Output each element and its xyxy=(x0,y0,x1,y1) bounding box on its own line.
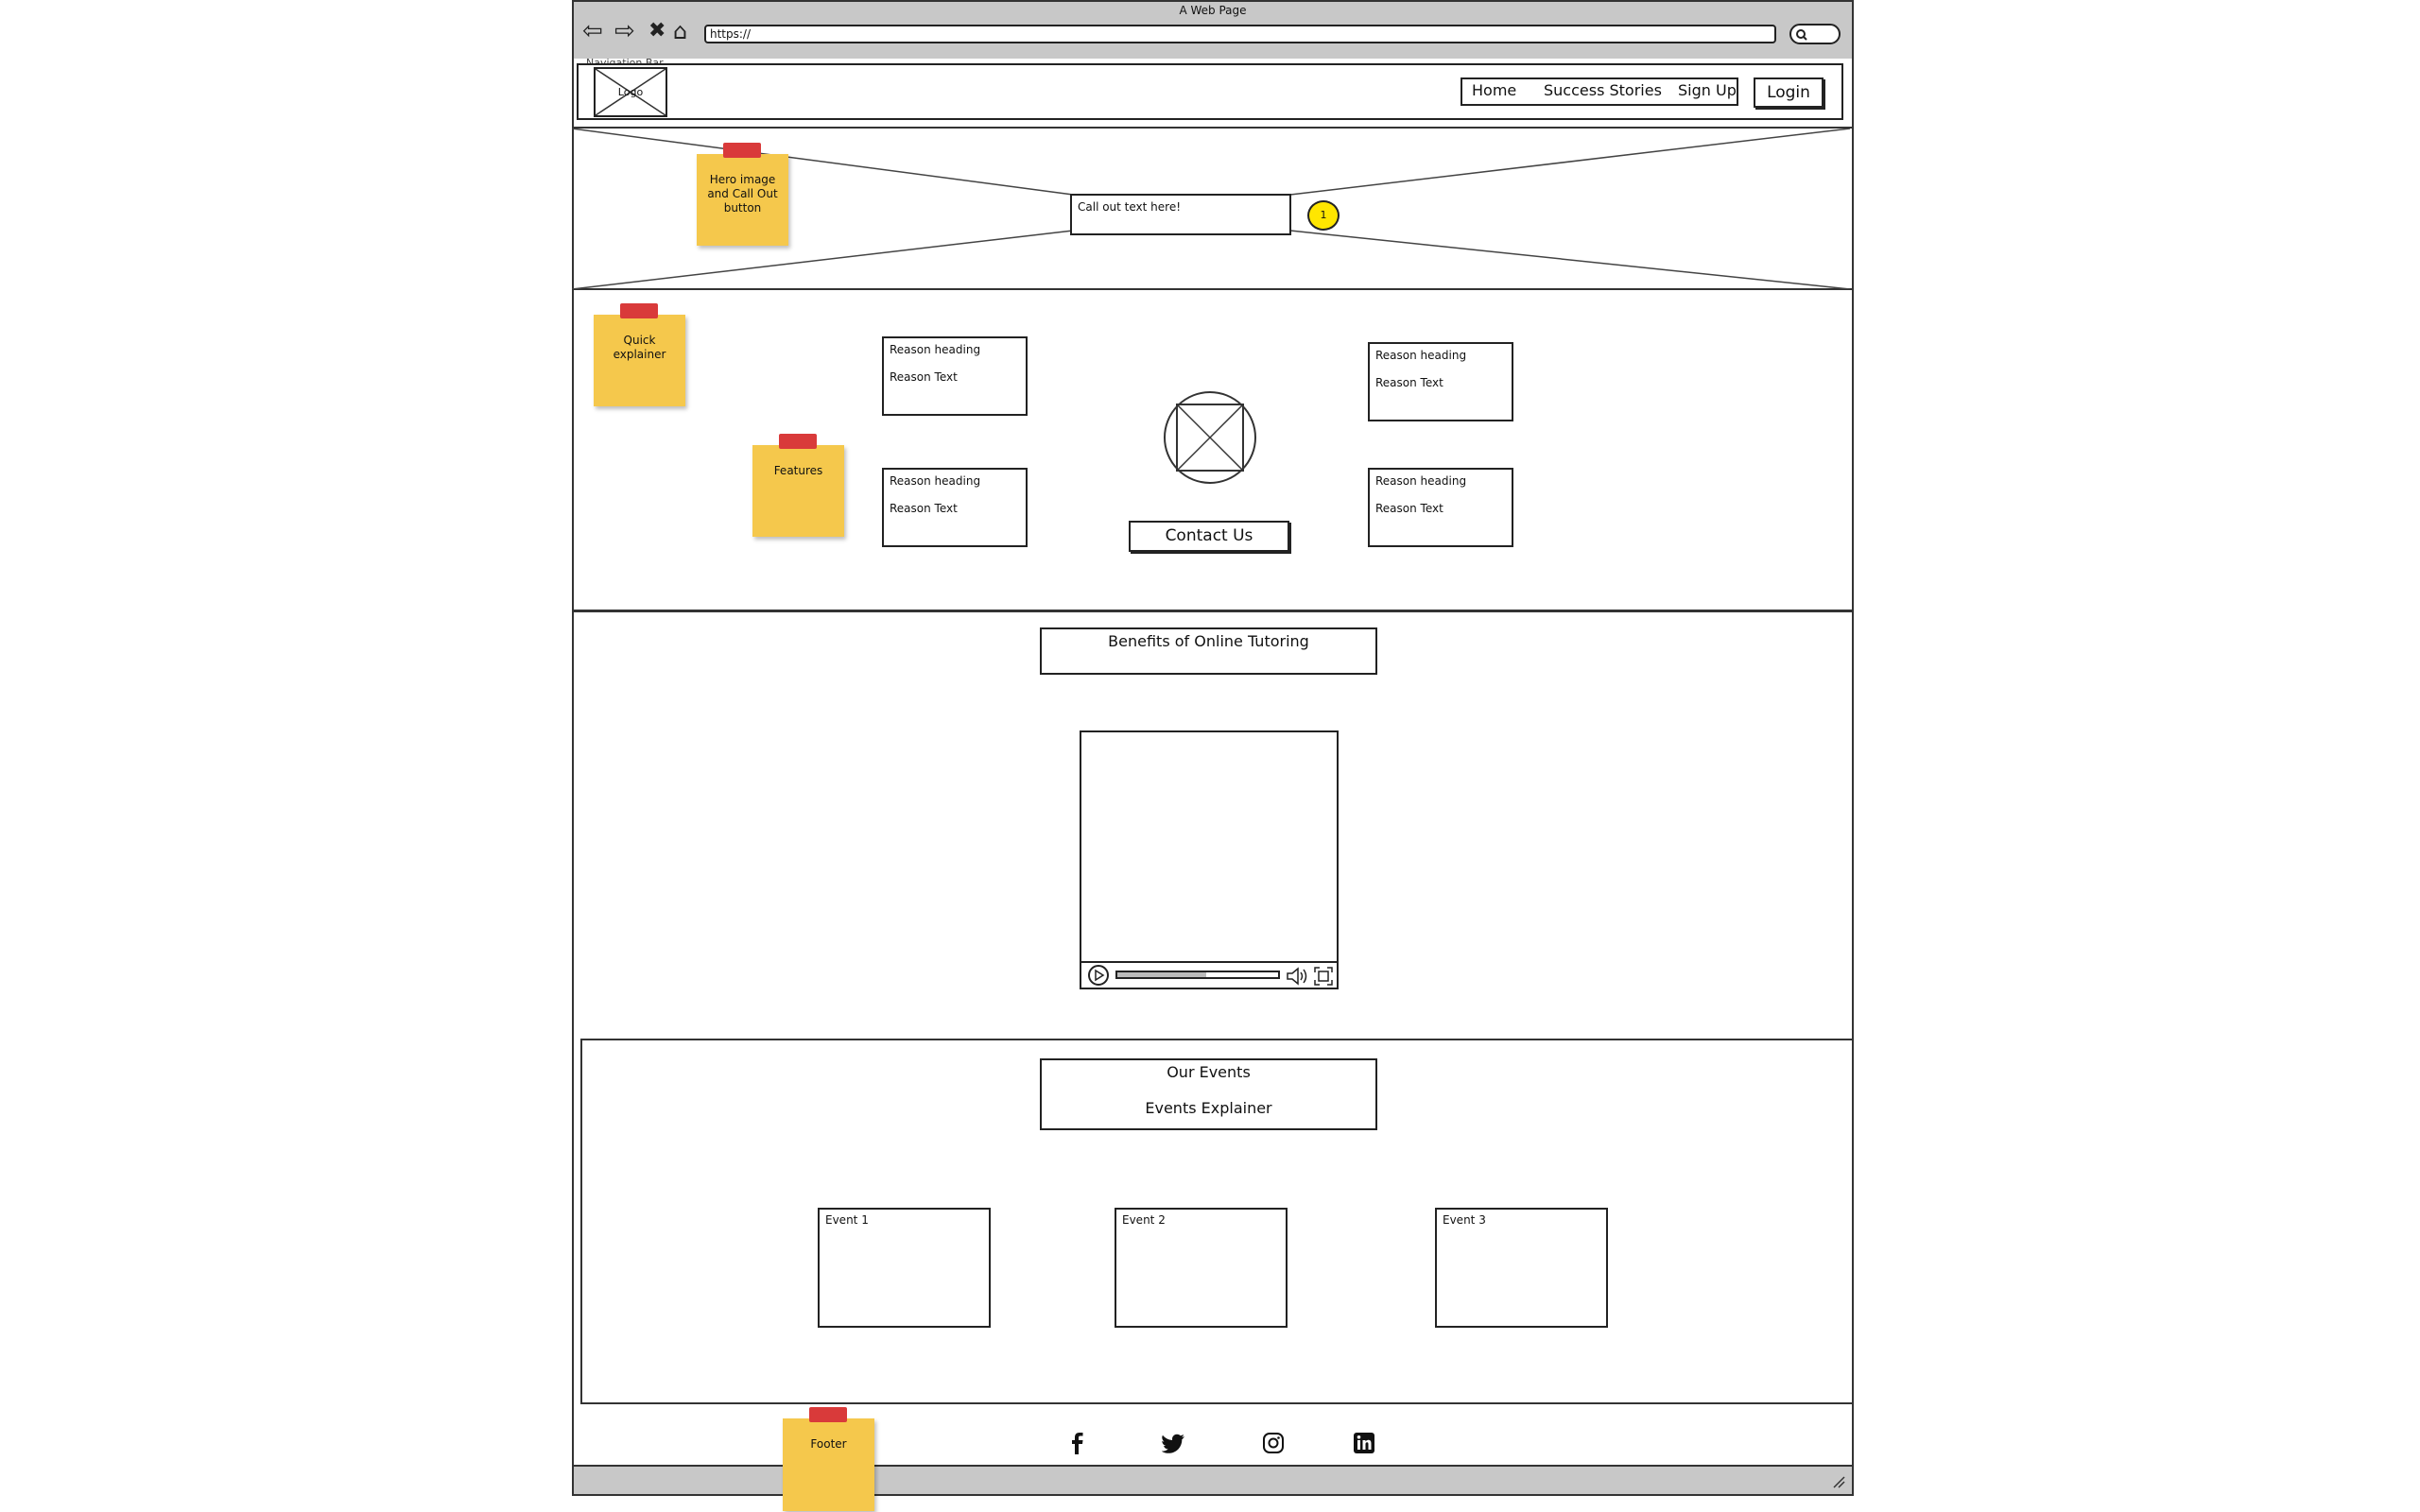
nav-home[interactable]: Home xyxy=(1472,81,1516,99)
feature-image-icon xyxy=(1163,389,1257,486)
benefits-title: Benefits of Online Tutoring xyxy=(1040,627,1377,675)
nav-sign-up[interactable]: Sign Up xyxy=(1678,81,1737,99)
callout-badge: 1 xyxy=(1307,200,1340,231)
event-card-1[interactable]: Event 1 xyxy=(818,1208,991,1328)
events-title: Our Events xyxy=(1167,1063,1251,1081)
reason-heading: Reason heading xyxy=(1375,349,1467,362)
sticky-note-features: Features xyxy=(752,445,844,537)
video-progress-fill xyxy=(1117,972,1206,977)
facebook-icon[interactable] xyxy=(1066,1431,1087,1455)
search-icon xyxy=(1796,29,1807,41)
callout-box[interactable]: Call out text here! xyxy=(1070,194,1291,235)
nav-success-stories[interactable]: Success Stories xyxy=(1544,81,1662,99)
event-card-2[interactable]: Event 2 xyxy=(1115,1208,1288,1328)
home-icon[interactable]: ⌂ xyxy=(673,19,687,43)
back-icon[interactable]: ⇦ xyxy=(582,19,603,43)
reason-text: Reason Text xyxy=(1375,502,1443,515)
sticky-tape xyxy=(723,143,761,158)
events-header: Our Events Events Explainer xyxy=(1040,1058,1377,1130)
reason-text: Reason Text xyxy=(1375,376,1443,389)
stop-icon[interactable]: ✖ xyxy=(648,19,666,43)
video-progress-bar[interactable] xyxy=(1115,971,1280,979)
fullscreen-icon[interactable] xyxy=(1313,966,1334,987)
logo[interactable]: Logo xyxy=(594,67,667,117)
window-title: A Web Page xyxy=(1179,4,1247,17)
twitter-icon[interactable] xyxy=(1162,1433,1186,1453)
reason-text: Reason Text xyxy=(890,370,958,384)
video-player[interactable] xyxy=(1080,730,1339,989)
reason-heading: Reason heading xyxy=(890,343,981,356)
browser-statusbar xyxy=(574,1465,1852,1494)
reason-card: Reason heading Reason Text xyxy=(1368,468,1513,547)
reason-card: Reason heading Reason Text xyxy=(1368,342,1513,421)
sticky-tape xyxy=(779,434,817,449)
reason-heading: Reason heading xyxy=(1375,474,1467,488)
sticky-note-hero: Hero image and Call Out button xyxy=(697,154,788,246)
linkedin-icon[interactable] xyxy=(1353,1432,1375,1454)
login-button[interactable]: Login xyxy=(1754,77,1824,108)
reason-card: Reason heading Reason Text xyxy=(882,336,1028,416)
section-divider xyxy=(574,610,1852,612)
reason-heading: Reason heading xyxy=(890,474,981,488)
url-field[interactable]: https:// xyxy=(704,25,1776,43)
contact-us-button[interactable]: Contact Us xyxy=(1129,521,1289,552)
events-explainer: Events Explainer xyxy=(1145,1099,1272,1117)
sticky-note-quick-explainer: Quick explainer xyxy=(594,315,685,406)
reason-text: Reason Text xyxy=(890,502,958,515)
play-icon[interactable] xyxy=(1087,964,1110,987)
sticky-tape xyxy=(620,303,658,318)
event-card-3[interactable]: Event 3 xyxy=(1435,1208,1608,1328)
instagram-icon[interactable] xyxy=(1262,1432,1285,1454)
reason-card: Reason heading Reason Text xyxy=(882,468,1028,547)
sticky-note-footer: Footer xyxy=(783,1418,874,1511)
sticky-tape xyxy=(809,1407,847,1422)
forward-icon[interactable]: ⇨ xyxy=(614,19,635,43)
browser-search[interactable] xyxy=(1789,24,1841,44)
resize-grip-icon[interactable] xyxy=(1831,1474,1846,1489)
logo-label: Logo xyxy=(617,86,644,98)
volume-icon[interactable] xyxy=(1286,966,1310,987)
